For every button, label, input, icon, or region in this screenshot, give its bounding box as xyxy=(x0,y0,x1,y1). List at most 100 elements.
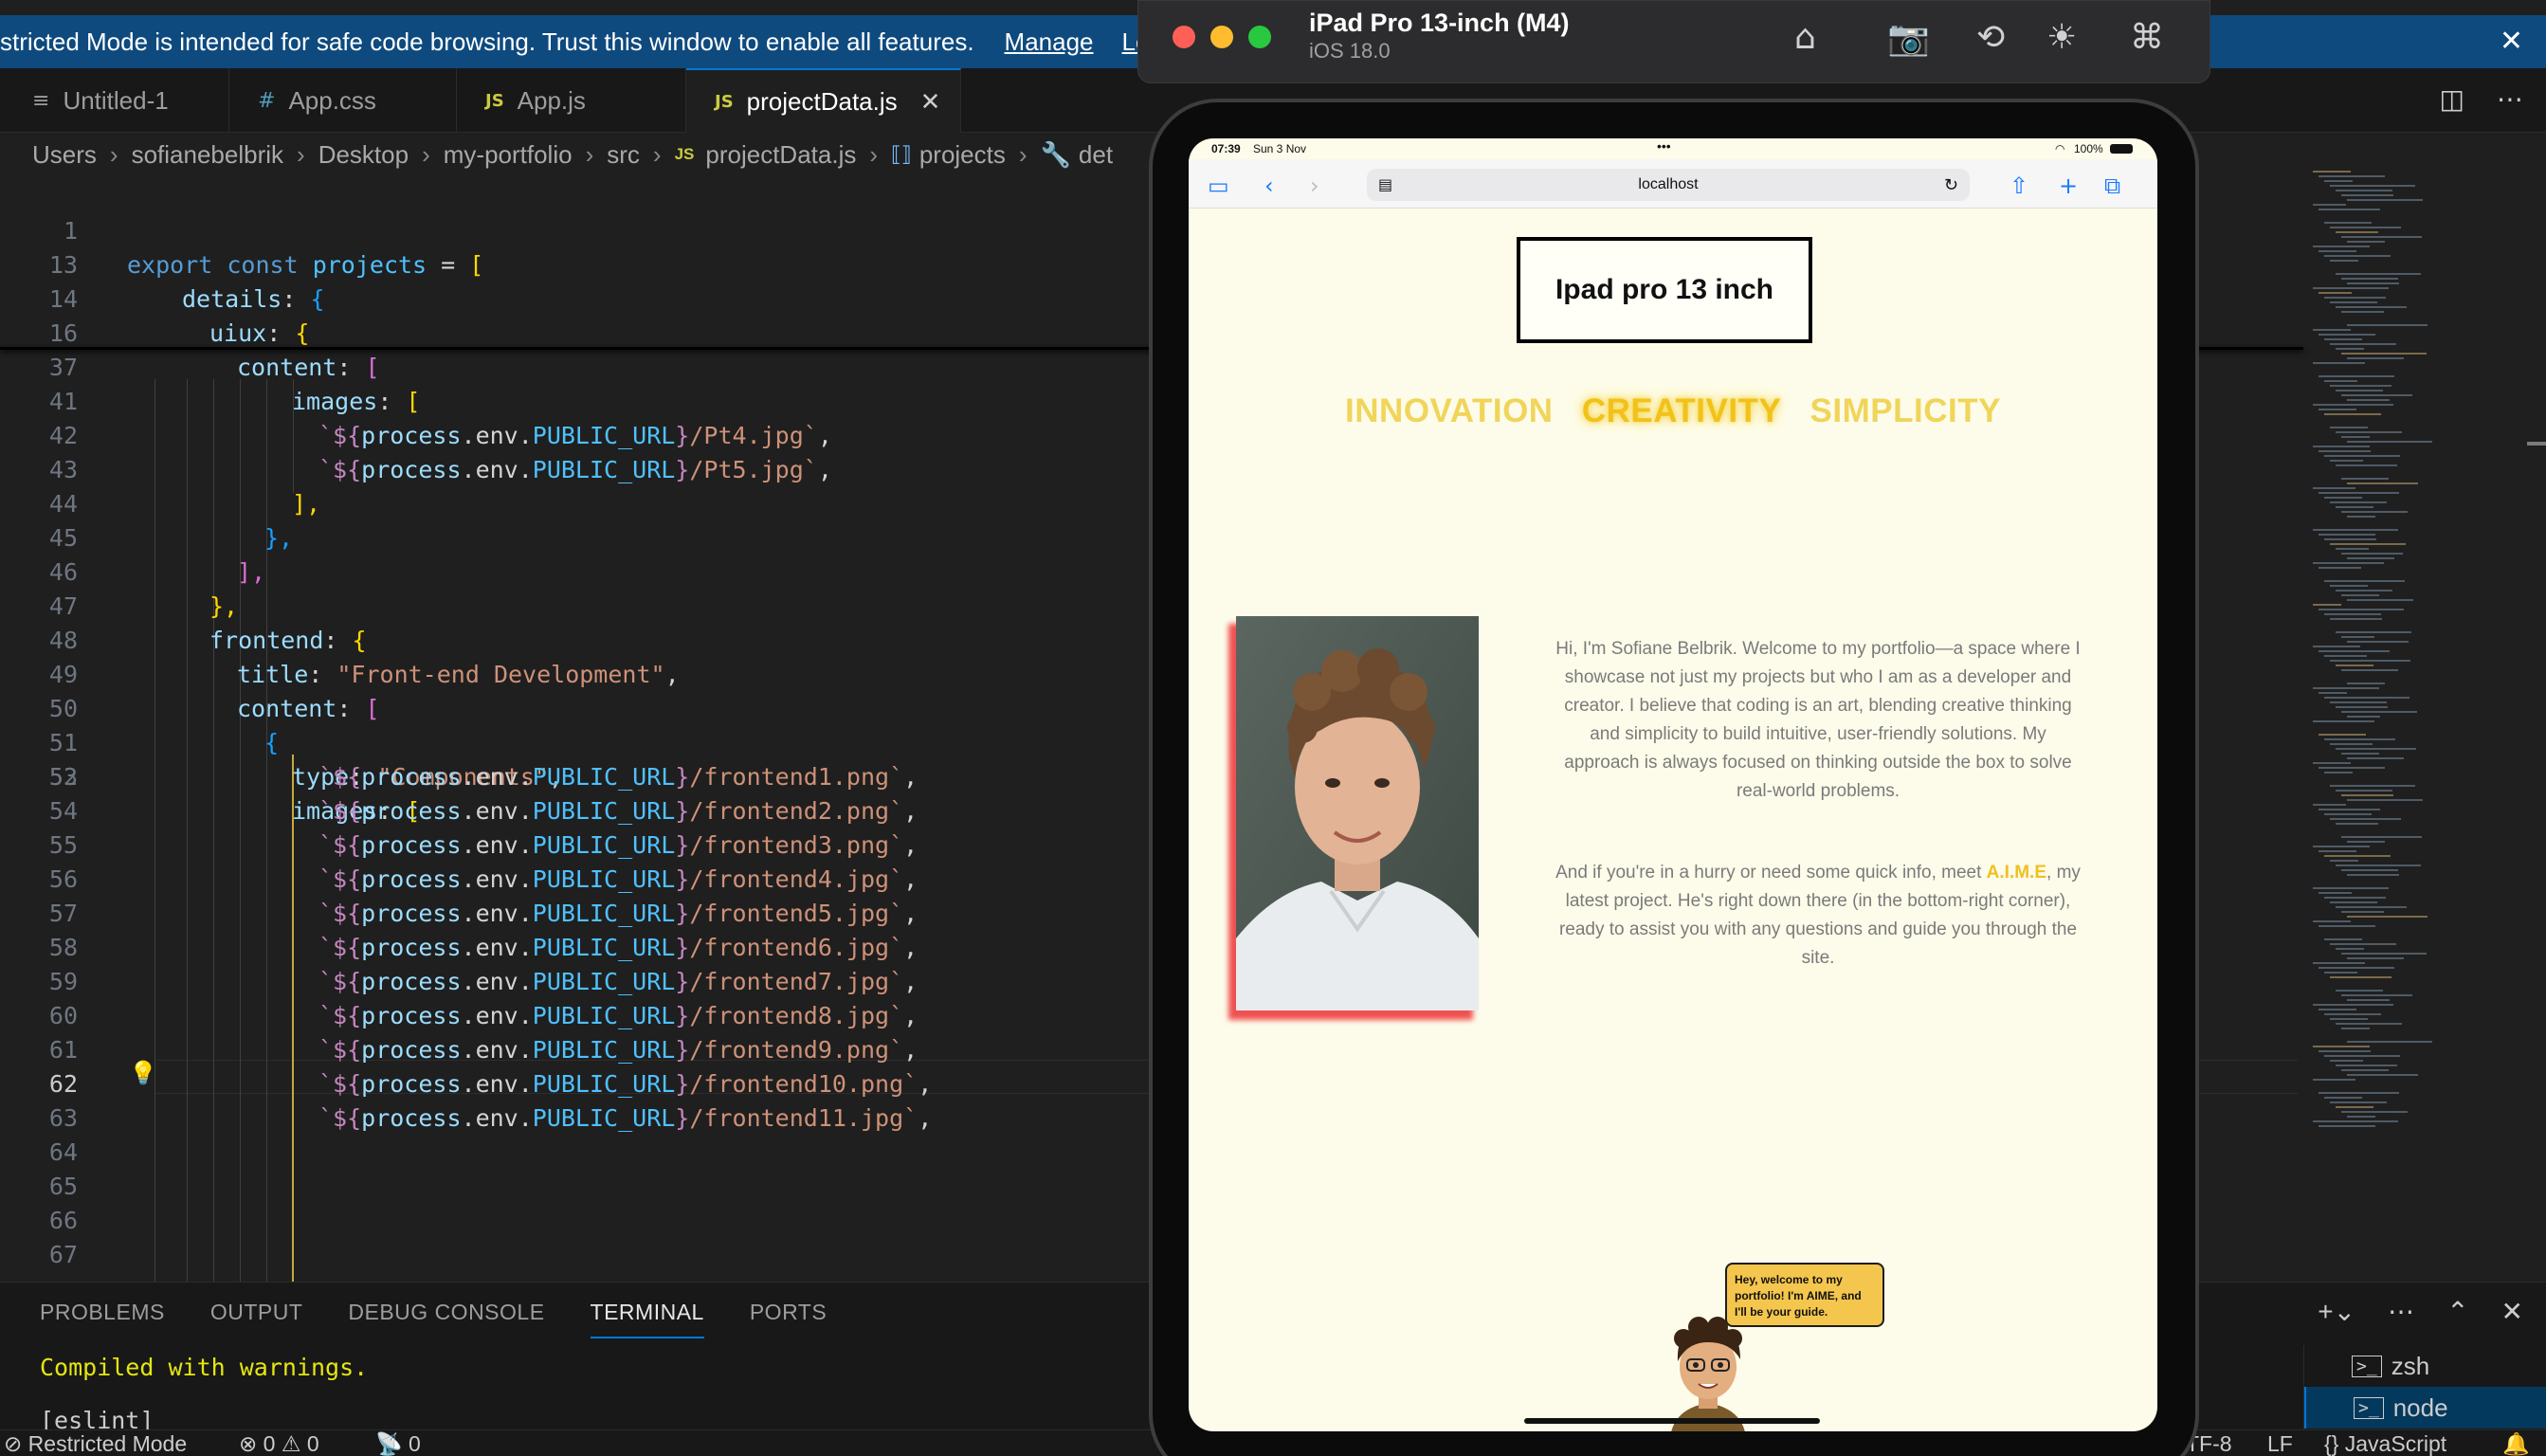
code-token: /frontend11.jpg` xyxy=(689,1104,918,1132)
more-actions-icon[interactable]: ⋯ xyxy=(2497,83,2523,115)
tab-debug-console[interactable]: DEBUG CONSOLE xyxy=(348,1300,544,1338)
code-token: PUBLIC_URL xyxy=(532,763,676,791)
minimize-window-button[interactable] xyxy=(1210,26,1233,48)
code-token: /frontend5.jpg` xyxy=(689,900,904,927)
tab-projectdata-js[interactable]: JS projectData.js ✕ xyxy=(686,68,961,133)
home-icon[interactable]: ⌂ xyxy=(1794,18,1816,57)
breadcrumb-item[interactable]: sofianebelbrik xyxy=(132,140,283,170)
terminal-item-zsh[interactable]: >_ zsh xyxy=(2304,1345,2546,1387)
minimap-line xyxy=(2324,613,2381,615)
tab-output[interactable]: OUTPUT xyxy=(210,1300,303,1338)
code-token: .env. xyxy=(461,1104,533,1132)
breadcrumb-item[interactable]: Desktop xyxy=(318,140,409,170)
minimap-line xyxy=(2330,185,2415,187)
line-number: 67 xyxy=(48,1241,78,1268)
minimap-line xyxy=(2319,850,2356,852)
new-tab-icon[interactable]: + xyxy=(2059,173,2078,199)
lightbulb-icon[interactable]: 💡 xyxy=(129,1060,157,1086)
line-number: 60 xyxy=(48,1002,78,1029)
appearance-icon[interactable]: ☀ xyxy=(2046,18,2077,57)
close-tab-icon[interactable]: ✕ xyxy=(920,87,941,117)
close-icon[interactable]: ✕ xyxy=(2500,25,2523,58)
code-token: /frontend9.png` xyxy=(689,1036,904,1064)
aime-link[interactable]: A.I.M.E xyxy=(1987,863,2046,883)
split-editor-icon[interactable]: ◫ xyxy=(2440,83,2464,115)
tab-ports[interactable]: PORTS xyxy=(750,1300,827,1338)
minimap-line xyxy=(2336,306,2407,308)
ports-count: 0 xyxy=(409,1431,421,1456)
code-token: , xyxy=(918,1070,933,1098)
editor-actions: ◫ ⋯ xyxy=(2440,83,2523,115)
minimap-line xyxy=(2336,431,2402,433)
close-window-button[interactable] xyxy=(1173,26,1195,48)
breadcrumb-item[interactable]: Users xyxy=(32,140,97,170)
sidebar-icon[interactable]: ▭ xyxy=(1208,173,1229,199)
new-terminal-icon[interactable]: +⌄ xyxy=(2318,1296,2355,1327)
tab-app-js[interactable]: JS App.js xyxy=(457,68,686,133)
tab-terminal[interactable]: TERMINAL xyxy=(590,1300,704,1338)
back-icon[interactable]: ‹ xyxy=(1264,173,1274,199)
minimap-line xyxy=(2347,916,2428,918)
code-token: PUBLIC_URL xyxy=(532,1070,676,1098)
code-token: .env. xyxy=(461,968,533,995)
page-menu-icon[interactable]: ▤ xyxy=(1378,175,1392,194)
tab-label: App.js xyxy=(517,85,586,115)
code-token: `${ xyxy=(318,900,362,927)
close-panel-icon[interactable]: ✕ xyxy=(2501,1296,2523,1327)
code-token: process xyxy=(361,1002,462,1029)
rotate-icon[interactable]: ⟲ xyxy=(1976,18,2005,57)
minimap-line xyxy=(2341,1111,2408,1113)
minimap-line xyxy=(2324,380,2357,382)
minimap-line xyxy=(2313,887,2389,889)
code-token: .env. xyxy=(461,900,533,927)
ports-status[interactable]: 📡 0 xyxy=(375,1430,421,1456)
minimap-line xyxy=(2319,1050,2371,1052)
url-field[interactable]: ▤ localhost ↻ xyxy=(1367,169,1970,201)
breadcrumb-item[interactable]: my-portfolio xyxy=(444,140,573,170)
share-icon[interactable]: ⇧ xyxy=(2010,173,2028,199)
breadcrumb-item[interactable]: src xyxy=(607,140,640,170)
maximize-panel-icon[interactable]: ⌃ xyxy=(2446,1296,2468,1327)
home-indicator[interactable] xyxy=(1524,1418,1820,1424)
zoom-window-button[interactable] xyxy=(1248,26,1271,48)
breadcrumb-item[interactable]: projects xyxy=(919,140,1006,170)
breadcrumb-item[interactable]: projectData.js xyxy=(705,140,856,170)
breadcrumb-item[interactable]: det xyxy=(1079,140,1113,170)
reload-icon[interactable]: ↻ xyxy=(1944,175,1958,195)
wrench-icon: 🔧 xyxy=(1040,139,1071,169)
chevron-right-icon: › xyxy=(109,139,118,169)
variable-icon: ⟦⟧ xyxy=(891,142,912,166)
code-token: .env. xyxy=(461,1036,533,1064)
manage-link[interactable]: Manage xyxy=(1005,27,1094,57)
restricted-mode-status[interactable]: ⊘ Restricted Mode xyxy=(4,1430,187,1456)
minimap-line xyxy=(2341,794,2393,796)
language-status[interactable]: {} JavaScript xyxy=(2324,1430,2446,1456)
more-actions-icon[interactable]: ⋯ xyxy=(2388,1296,2414,1327)
minimap-line xyxy=(2324,455,2400,457)
multitasking-dots-icon[interactable]: ••• xyxy=(1657,138,1671,154)
minimap-line xyxy=(2313,404,2393,406)
minimap-line xyxy=(2313,846,2370,847)
screenshot-icon[interactable]: 📷 xyxy=(1887,18,1930,58)
ipad-screen[interactable]: 07:39 Sun 3 Nov ••• ◠ 100% ▭ ‹ › ▤ local… xyxy=(1189,138,2157,1431)
minimap-line xyxy=(2324,813,2372,815)
minimap-line xyxy=(2347,357,2404,359)
tab-untitled-1[interactable]: ≡ Untitled-1 xyxy=(0,68,229,133)
terminal-item-node[interactable]: >_ node xyxy=(2304,1387,2546,1429)
forward-icon[interactable]: › xyxy=(1310,173,1319,199)
minimap-line xyxy=(2319,209,2380,210)
tab-problems[interactable]: PROBLEMS xyxy=(40,1300,165,1338)
minimap-line xyxy=(2313,487,2355,489)
minimap[interactable] xyxy=(2305,171,2514,1127)
problems-status[interactable]: ⊗ 0 ⚠ 0 xyxy=(239,1430,319,1456)
scrollbar[interactable] xyxy=(2527,442,2546,446)
aime-avatar[interactable] xyxy=(1661,1304,1755,1431)
minimap-line xyxy=(2330,785,2415,787)
tabs-overview-icon[interactable]: ⧉ xyxy=(2104,173,2120,199)
eol-status[interactable]: LF xyxy=(2267,1430,2293,1456)
bio-paragraph-aime: And if you're in a hurry or need some qu… xyxy=(1553,859,2083,973)
tab-app-css[interactable]: # App.css xyxy=(229,68,457,133)
minimap-line xyxy=(2319,809,2380,810)
bell-icon[interactable]: 🔔 xyxy=(2502,1430,2530,1456)
command-icon[interactable]: ⌘ xyxy=(2130,18,2164,57)
